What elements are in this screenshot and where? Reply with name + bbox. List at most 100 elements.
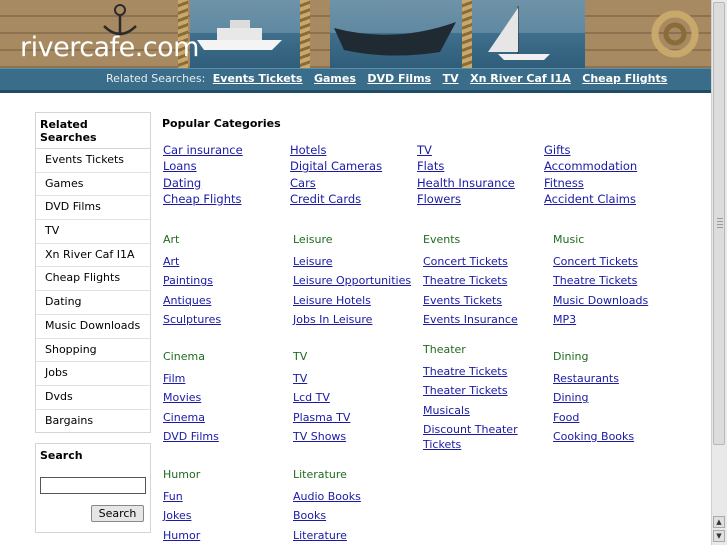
popular-link[interactable]: Flowers: [417, 191, 515, 207]
sidebar-item-label[interactable]: Music Downloads: [45, 319, 140, 332]
down-arrow-icon[interactable]: ▼: [713, 530, 725, 542]
popular-link[interactable]: TV: [417, 142, 515, 158]
category-link[interactable]: Musicals: [423, 401, 523, 420]
top-link-dvd-films[interactable]: DVD Films: [367, 72, 431, 85]
category-title: Cinema: [163, 350, 205, 363]
popular-link[interactable]: Health Insurance: [417, 175, 515, 191]
search-input[interactable]: [40, 477, 146, 495]
category-link[interactable]: Humor: [163, 526, 283, 545]
wood-plank: [310, 0, 330, 68]
category-link[interactable]: Theatre Tickets: [553, 271, 673, 290]
yacht-image: [197, 20, 282, 50]
category-link[interactable]: Film: [163, 369, 283, 388]
sidebar-item-label[interactable]: Jobs: [45, 366, 68, 379]
sidebar-item-shopping[interactable]: Shopping: [36, 339, 150, 363]
popular-link[interactable]: Car insurance: [163, 142, 243, 158]
sidebar-item-events-tickets[interactable]: Events Tickets: [36, 149, 150, 173]
search-button[interactable]: Search: [91, 505, 144, 523]
category-link[interactable]: Food: [553, 408, 673, 427]
category-link[interactable]: Leisure Hotels: [293, 291, 413, 310]
category-link[interactable]: Events Tickets: [423, 291, 543, 310]
category-link[interactable]: MP3: [553, 310, 673, 329]
category-link[interactable]: Leisure: [293, 252, 413, 271]
category-link[interactable]: Literature: [293, 526, 413, 545]
category-link[interactable]: Sculptures: [163, 310, 283, 329]
sidebar-item-label[interactable]: Dvds: [45, 390, 73, 403]
category-link[interactable]: Plasma TV: [293, 408, 413, 427]
sidebar-item-label[interactable]: Bargains: [45, 414, 93, 427]
category-link[interactable]: Audio Books: [293, 487, 413, 506]
vertical-scrollbar[interactable]: ▲ ▼: [711, 0, 727, 545]
category-theater: Theater Theatre Tickets Theater Tickets …: [423, 343, 523, 452]
sidebar-item-label[interactable]: Dating: [45, 295, 82, 308]
category-link[interactable]: Fun: [163, 487, 283, 506]
category-link[interactable]: Concert Tickets: [553, 252, 673, 271]
top-link-tv[interactable]: TV: [443, 72, 459, 85]
sidebar-item-games[interactable]: Games: [36, 173, 150, 197]
popular-link[interactable]: Accommodation: [544, 158, 637, 174]
category-link[interactable]: Art: [163, 252, 283, 271]
sidebar-item-label[interactable]: Shopping: [45, 343, 97, 356]
site-logo[interactable]: rivercafe.com: [20, 32, 199, 63]
category-link[interactable]: Jokes: [163, 506, 283, 525]
category-link[interactable]: TV: [293, 369, 413, 388]
category-link[interactable]: Movies: [163, 388, 283, 407]
sidebar-item-cheap-flights[interactable]: Cheap Flights: [36, 267, 150, 292]
category-link[interactable]: Books: [293, 506, 413, 525]
category-link[interactable]: Concert Tickets: [423, 252, 543, 271]
top-link-cheap-flights[interactable]: Cheap Flights: [582, 72, 667, 85]
category-link[interactable]: Restaurants: [553, 369, 673, 388]
popular-link[interactable]: Cars: [290, 175, 382, 191]
popular-link[interactable]: Digital Cameras: [290, 158, 382, 174]
category-link[interactable]: DVD Films: [163, 427, 283, 446]
sidebar-item-label[interactable]: Cheap Flights: [45, 271, 120, 284]
sidebar-item-bargains[interactable]: Bargains: [36, 410, 150, 433]
category-link[interactable]: Events Insurance: [423, 310, 543, 329]
category-link[interactable]: Dining: [553, 388, 673, 407]
category-title: Dining: [553, 350, 589, 363]
top-link-events-tickets[interactable]: Events Tickets: [213, 72, 303, 85]
category-link[interactable]: Cinema: [163, 408, 283, 427]
category-link[interactable]: Theatre Tickets: [423, 271, 543, 290]
popular-link[interactable]: Fitness: [544, 175, 637, 191]
category-link[interactable]: Jobs In Leisure: [293, 310, 413, 329]
category-link[interactable]: Cooking Books: [553, 427, 673, 446]
category-link[interactable]: Antiques: [163, 291, 283, 310]
category-link[interactable]: Theater Tickets: [423, 381, 523, 400]
sidebar-item-dating[interactable]: Dating: [36, 291, 150, 315]
popular-link[interactable]: Accident Claims: [544, 191, 637, 207]
sidebar-item-dvd-films[interactable]: DVD Films: [36, 196, 150, 221]
category-link[interactable]: Lcd TV: [293, 388, 413, 407]
popular-link[interactable]: Dating: [163, 175, 243, 191]
top-link-games[interactable]: Games: [314, 72, 356, 85]
sidebar-item-jobs[interactable]: Jobs: [36, 362, 150, 386]
category-link[interactable]: TV Shows: [293, 427, 413, 446]
sidebar-item-label[interactable]: TV: [45, 224, 59, 237]
top-link-xn-river-caf[interactable]: Xn River Caf I1A: [470, 72, 571, 85]
category-events: Events Concert Tickets Theatre Tickets E…: [423, 233, 543, 329]
scrollbar-thumb[interactable]: [713, 2, 725, 445]
sidebar: Related Searches Events Tickets Games DV…: [35, 112, 151, 534]
category-link[interactable]: Paintings: [163, 271, 283, 290]
rope-knot-icon: [651, 10, 699, 58]
sidebar-item-music-downloads[interactable]: Music Downloads: [36, 315, 150, 339]
category-link[interactable]: Music Downloads: [553, 291, 673, 310]
category-link[interactable]: Discount Theater Tickets: [423, 422, 523, 452]
sidebar-item-label[interactable]: DVD Films: [45, 200, 101, 213]
sidebar-item-label[interactable]: Xn River Caf I1A: [45, 248, 135, 261]
category-link[interactable]: Theatre Tickets: [423, 362, 523, 381]
popular-link[interactable]: Gifts: [544, 142, 637, 158]
popular-link[interactable]: Hotels: [290, 142, 382, 158]
popular-link[interactable]: Loans: [163, 158, 243, 174]
sidebar-item-label[interactable]: Games: [45, 177, 83, 190]
up-arrow-icon[interactable]: ▲: [713, 516, 725, 528]
sidebar-item-dvds[interactable]: Dvds: [36, 386, 150, 410]
popular-link[interactable]: Cheap Flights: [163, 191, 243, 207]
sidebar-item-tv[interactable]: TV: [36, 220, 150, 244]
popular-link[interactable]: Credit Cards: [290, 191, 382, 207]
sidebar-item-label[interactable]: Events Tickets: [45, 153, 124, 166]
popular-link[interactable]: Flats: [417, 158, 515, 174]
category-literature: Literature Audio Books Books Literature: [293, 468, 413, 545]
category-link[interactable]: Leisure Opportunities: [293, 271, 413, 290]
sidebar-item-xn-river-caf[interactable]: Xn River Caf I1A: [36, 244, 150, 268]
